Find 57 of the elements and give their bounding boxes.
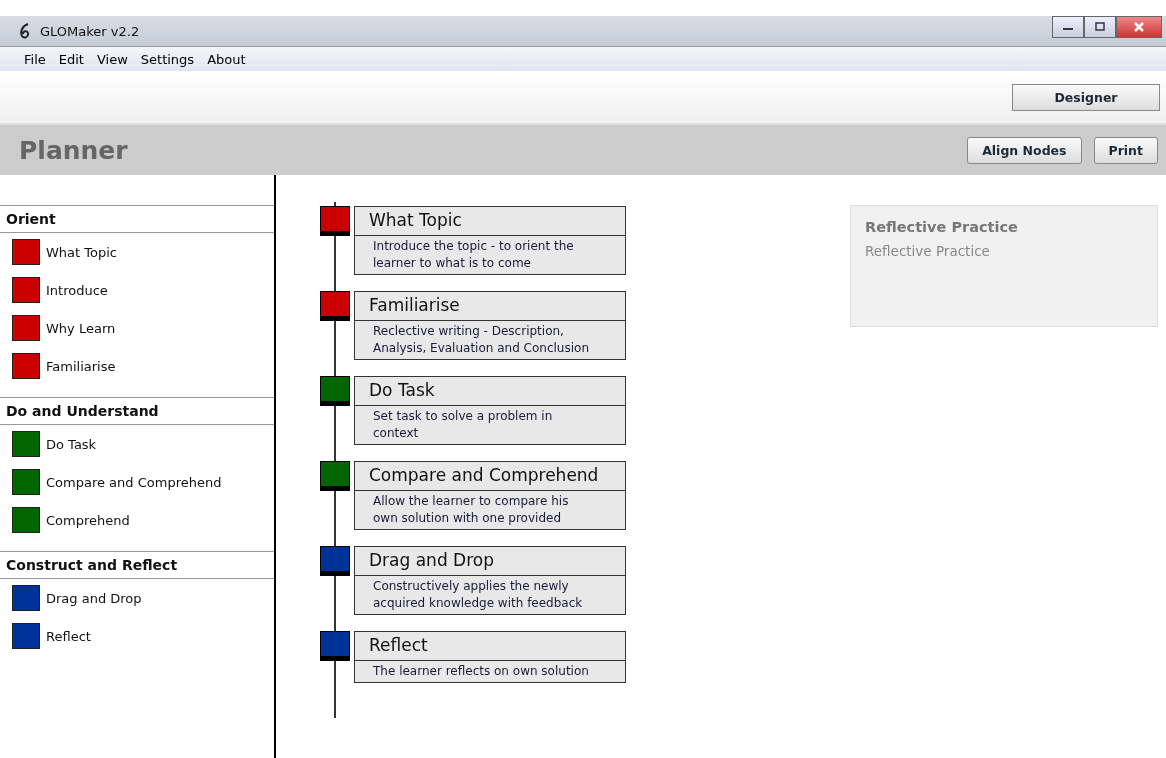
info-title: Reflective Practice	[865, 219, 1019, 235]
menu-item[interactable]: View	[96, 51, 128, 67]
activity-label[interactable]: Familiarise	[46, 358, 116, 374]
node-title: What Topic	[354, 206, 626, 236]
menu-item[interactable]: Edit	[58, 51, 84, 67]
node-marker[interactable]	[320, 291, 350, 321]
node-description: Introduce the topic - to orient the learner to what is to come	[354, 236, 626, 275]
align-nodes-button[interactable]: Align Nodes	[967, 136, 1082, 164]
node-marker[interactable]	[320, 461, 350, 491]
activity-label[interactable]: Drag and Drop	[46, 590, 142, 606]
activity-label[interactable]: Do Task	[46, 436, 97, 452]
node-title: Do Task	[354, 376, 626, 406]
node-marker[interactable]	[320, 376, 350, 406]
activity-label[interactable]: Compare and Comprehend	[46, 474, 222, 490]
activity-label[interactable]: Comprehend	[46, 512, 130, 528]
section-heading: Construct and Reflect	[0, 551, 274, 579]
node-title: Familiarise	[354, 291, 626, 321]
section-heading: Orient	[0, 205, 274, 233]
app-logo-icon	[18, 23, 32, 39]
node-description: Allow the learner to compare his own solution with one provided	[354, 491, 626, 530]
activity-swatch[interactable]	[12, 623, 40, 649]
designer-button[interactable]: Designer	[1012, 83, 1160, 111]
node-description: Reclective writing - Description, Analysis, Evaluation and Conclusion	[354, 321, 626, 360]
activity-label[interactable]: What Topic	[46, 244, 117, 260]
activity-swatch[interactable]	[12, 315, 40, 341]
node-description: The learner reflects on own solution	[354, 661, 626, 683]
activity-swatch[interactable]	[12, 431, 40, 457]
activity-swatch[interactable]	[12, 353, 40, 379]
info-text: Reflective Practice	[865, 243, 991, 259]
page-title: Planner	[19, 135, 129, 165]
activity-label[interactable]: Reflect	[46, 628, 91, 644]
node-title: Reflect	[354, 631, 626, 661]
activity-swatch[interactable]	[12, 469, 40, 495]
node-description: Constructively applies the newly acquired knowledge with feedback	[354, 576, 626, 615]
maximize-button[interactable]	[1084, 16, 1116, 38]
activity-label[interactable]: Why Learn	[46, 320, 116, 336]
menu-item[interactable]: About	[207, 51, 246, 67]
activity-swatch[interactable]	[12, 239, 40, 265]
section-heading: Do and Understand	[0, 397, 274, 425]
maximize-icon	[1094, 22, 1106, 32]
node-description: Set task to solve a problem in context	[354, 406, 626, 445]
node-marker[interactable]	[320, 631, 350, 661]
close-button[interactable]	[1116, 16, 1162, 38]
print-button[interactable]: Print	[1093, 136, 1158, 164]
node-title: Drag and Drop	[354, 546, 626, 576]
node-title: Compare and Comprehend	[354, 461, 626, 491]
window-title: GLOMaker v2.2	[40, 23, 140, 39]
menu-item[interactable]: File	[24, 51, 46, 67]
menu-item[interactable]: Settings	[140, 51, 195, 67]
activity-label[interactable]: Introduce	[46, 282, 108, 298]
node-marker[interactable]	[320, 206, 350, 236]
activity-swatch[interactable]	[12, 507, 40, 533]
activity-swatch[interactable]	[12, 277, 40, 303]
minimize-button[interactable]	[1052, 16, 1084, 38]
node-marker[interactable]	[320, 546, 350, 576]
activity-swatch[interactable]	[12, 585, 40, 611]
close-icon	[1133, 21, 1145, 33]
